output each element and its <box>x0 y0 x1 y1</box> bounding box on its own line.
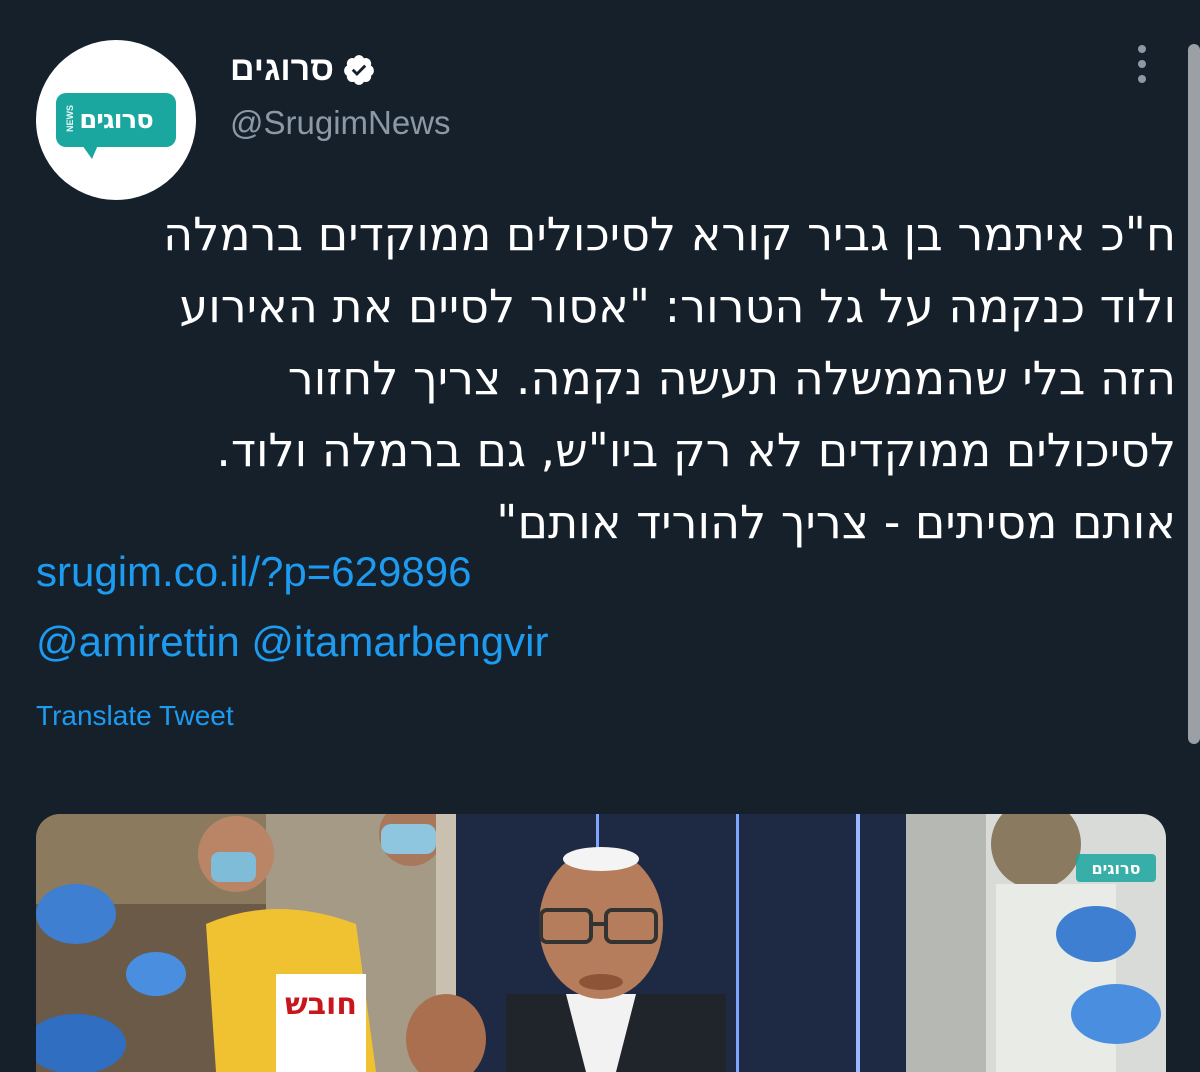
mention-itamarbengvir[interactable]: @itamarbengvir <box>251 618 548 665</box>
media-watermark: סרוגים <box>1092 859 1141 878</box>
tweet-text-line: הזה בלי שהממשלה תעשה נקמה. צריך לחזור <box>287 351 1176 405</box>
logo-news-text: NEWS <box>65 105 75 132</box>
scrollbar[interactable] <box>1188 44 1200 744</box>
display-name[interactable]: סרוגים <box>230 50 376 89</box>
tweet-card: סרוגים NEWS סרוגים @SrugimNews ח"כ איתמר… <box>0 0 1200 1072</box>
tweet-text-line: ולוד כנקמה על גל הטרור: "אסור לסיים את ה… <box>179 279 1176 333</box>
media-scene: חובש סרוגים <box>36 814 1166 1072</box>
profile-avatar[interactable]: סרוגים NEWS <box>36 40 196 200</box>
more-options-icon[interactable] <box>1124 40 1160 88</box>
srugim-logo: סרוגים NEWS <box>56 93 176 159</box>
tweet-media-image[interactable]: חובש סרוגים <box>36 814 1166 1072</box>
display-name-text: סרוגים <box>230 50 334 88</box>
tweet-text-line: ח"כ איתמר בן גביר קורא לסיכולים ממוקדים … <box>163 207 1176 261</box>
mentions: @amirettin @itamarbengvir <box>36 618 548 666</box>
translate-tweet-button[interactable]: Translate Tweet <box>36 700 234 732</box>
article-link[interactable]: srugim.co.il/?p=629896 <box>36 548 471 596</box>
verified-badge-icon <box>344 54 374 85</box>
user-handle[interactable]: @SrugimNews <box>230 104 451 142</box>
tweet-text: ח"כ איתמר בן גביר קורא לסיכולים ממוקדים … <box>36 198 1176 558</box>
tweet-text-line: לסיכולים ממוקדים לא רק ביו"ש, גם ברמלה ו… <box>216 423 1176 477</box>
mention-amirettin[interactable]: @amirettin <box>36 618 240 665</box>
vest-text: חובש <box>285 987 357 1022</box>
logo-text: סרוגים <box>79 105 154 135</box>
